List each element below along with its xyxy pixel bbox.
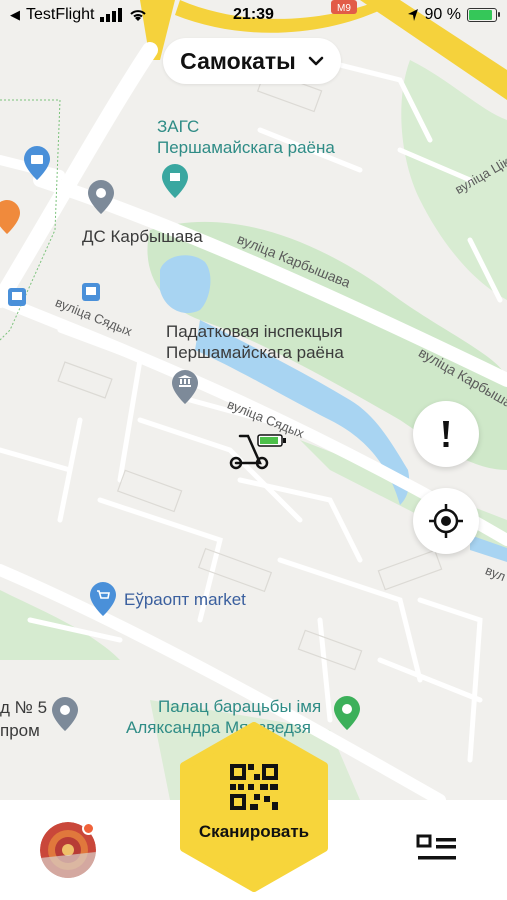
scooter-marker-icon[interactable] (226, 430, 290, 470)
battery-percent: 90 % (424, 6, 461, 23)
label-zags-district: Першамайскага раёна (157, 138, 335, 157)
government-pin-icon[interactable] (172, 370, 198, 404)
report-button[interactable] (413, 401, 479, 467)
list-menu-icon[interactable] (416, 834, 458, 866)
signal-icon (100, 8, 123, 22)
notification-dot (82, 822, 95, 835)
location-arrow-icon (407, 9, 418, 21)
label-tax-office-district: Першамайскага раёна (166, 343, 344, 362)
page-title: Самокаты (180, 47, 296, 74)
label-tax-office: Падатковая інспекцыя (166, 322, 343, 341)
wifi-icon (130, 10, 147, 21)
chevron-down-icon (308, 56, 324, 66)
bus-stop-icon[interactable] (8, 288, 26, 306)
back-app-label[interactable]: TestFlight (26, 6, 94, 24)
status-bar-right: 90 % (407, 6, 500, 24)
back-arrow-icon[interactable]: ◀ (10, 7, 20, 23)
battery-icon (467, 8, 500, 22)
label-euroopt: Еўраопт market (124, 590, 246, 609)
food-pin-icon[interactable] (0, 200, 20, 234)
scan-label: Сканировать (198, 822, 310, 841)
civic-pin-icon[interactable] (162, 164, 188, 198)
sports-pin-icon[interactable] (334, 696, 360, 730)
battery-fill (469, 10, 493, 20)
cart-pin-icon[interactable] (90, 582, 116, 616)
place-pin-icon-2[interactable] (52, 697, 78, 731)
label-zags: ЗАГС (157, 117, 200, 136)
label-left-2: пром (0, 721, 40, 740)
scooters-selector[interactable]: Самокаты (163, 38, 341, 84)
locate-button[interactable] (413, 488, 479, 554)
crosshair-icon (429, 504, 463, 538)
scan-button[interactable] (178, 722, 330, 892)
bus-stop-icon-2[interactable] (82, 283, 100, 301)
shop-pin-icon[interactable] (24, 146, 50, 180)
label-left-1: д № 5 (0, 698, 48, 717)
label-ds-karbyshava: ДС Карбышава (82, 227, 203, 246)
status-bar-left: ◀ TestFlight (10, 6, 148, 24)
exclamation-icon (443, 421, 449, 447)
label-palace: Палац барацьбы імя (158, 697, 322, 716)
status-bar: ◀ TestFlight 21:39 90 % (0, 0, 507, 30)
place-pin-icon[interactable] (88, 180, 114, 214)
